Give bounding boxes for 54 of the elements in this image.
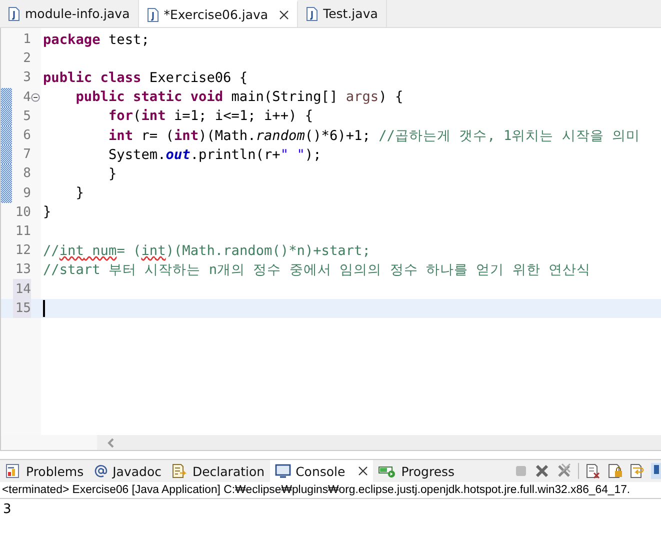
editor-tab[interactable]: Test.java (298, 0, 387, 27)
remove-icon[interactable] (534, 463, 550, 479)
line-number: 15 (13, 298, 31, 318)
line-number: 5 (22, 108, 31, 126)
at-sign-icon (94, 464, 108, 478)
console-output: 3 (3, 502, 12, 517)
line-number: 6 (22, 127, 31, 146)
text-cursor (43, 300, 45, 317)
clear-console-icon[interactable] (585, 463, 601, 479)
line-number: 12 (14, 242, 31, 260)
word-wrap-icon[interactable] (629, 463, 645, 479)
close-icon[interactable] (279, 10, 290, 20)
code-line: public static void main(String[] args) { (74, 89, 404, 106)
editor-tab[interactable]: module-info.java (0, 0, 139, 27)
line-number: 4 (22, 88, 31, 107)
view-tab[interactable]: Problems (0, 460, 89, 482)
view-tab[interactable]: Console (270, 460, 374, 482)
line-number: 9 (22, 184, 31, 203)
java-file-icon (8, 6, 20, 20)
close-icon[interactable] (358, 466, 368, 476)
code-line: //int num= (int)(Math.random()*n)+start; (43, 242, 370, 259)
line-number: 8 (22, 165, 31, 184)
problems-icon (5, 463, 21, 479)
code-line: System.out.println(r+" "); (107, 146, 322, 163)
java-file-icon (306, 6, 318, 20)
code-line: int r= (int)(Math.random()*6)+1; //곱하는게 갯수, 1위치는 시작을 의미 (107, 126, 640, 145)
code-line: package test; (43, 32, 150, 48)
document-icon (171, 463, 188, 479)
progress-icon (378, 464, 396, 478)
editor-tab[interactable]: *Exercise06.java (138, 0, 298, 27)
console-status: <terminated> Exercise06 [Java Application] C:₩eclipse₩plugins₩org.eclipse.justj.openjdk.hotspot.jre.full.win32.x86_64_17. (0, 482, 661, 499)
code-line: //start 부터 시작하는 n개의 정수 중에서 임의의 정수 하나를 얻기 위한 연산식 (43, 260, 590, 279)
code-line: for(int i=1; i<=1; i++) { (107, 108, 314, 124)
code-line: } (74, 185, 84, 202)
view-tab[interactable]: Javadoc (88, 460, 166, 482)
line-number: 13 (14, 261, 31, 280)
line-number: 7 (22, 146, 31, 164)
code-line: } (107, 166, 117, 182)
code-line: } (43, 204, 52, 220)
scroll-lock-icon[interactable] (607, 463, 623, 479)
line-number: 14 (13, 279, 31, 299)
code-line: public class Exercise06 { (43, 70, 248, 86)
line-number: 1 (22, 31, 31, 50)
view-tab[interactable]: Declaration (166, 460, 270, 482)
line-number: 2 (22, 50, 31, 68)
view-tab[interactable]: Progress (373, 460, 460, 482)
line-number: 10 (14, 204, 31, 222)
collapse-icon[interactable] (31, 92, 40, 102)
java-file-icon (146, 8, 159, 22)
line-number: 11 (14, 222, 31, 241)
remove-all-icon[interactable] (556, 463, 572, 479)
pin-icon[interactable] (651, 463, 661, 479)
line-number: 3 (22, 69, 31, 88)
monitor-icon (274, 463, 291, 479)
